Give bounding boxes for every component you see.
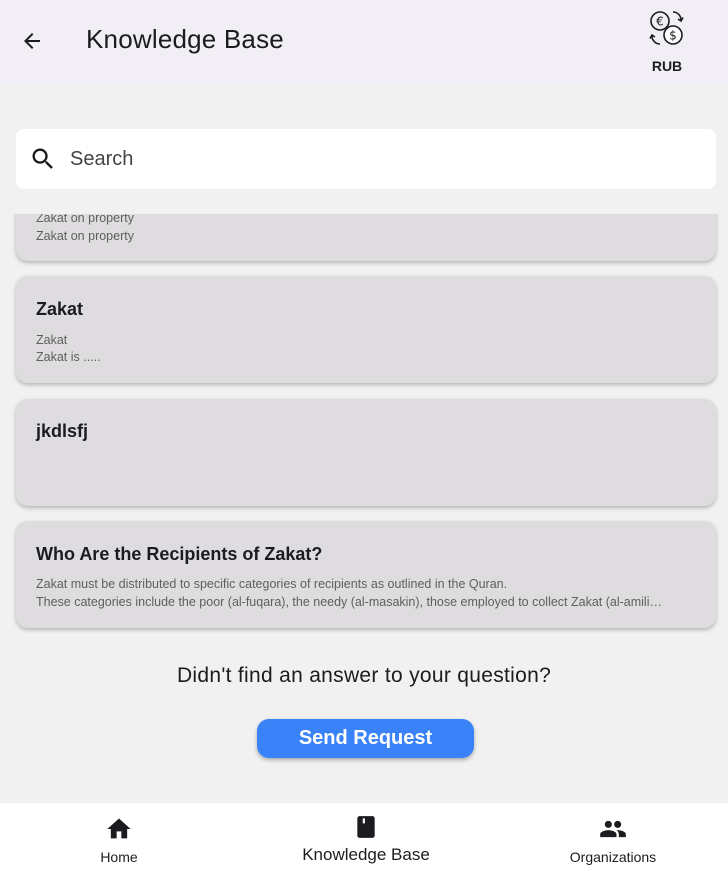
people-icon	[600, 820, 626, 838]
back-button[interactable]	[14, 24, 50, 58]
search-icon	[32, 148, 53, 169]
help-question: Didn't find an answer to your question?	[176, 664, 552, 687]
currency-exchange-icon: € $	[649, 11, 684, 45]
article-card[interactable]: jkdlsfj	[16, 399, 716, 506]
search-bar[interactable]	[16, 128, 716, 190]
article-line: Zakat is .....	[36, 350, 101, 364]
article-line: These categories include the poor (al-fu…	[36, 595, 662, 609]
book-icon	[357, 816, 375, 838]
article-card[interactable]: Who Are the Recipients of Zakat? Zakat m…	[16, 521, 716, 628]
article-card[interactable]: Zakat Zakat Zakat is .....	[16, 276, 716, 383]
currency-label: RUB	[651, 58, 683, 74]
bottom-nav: Home Knowledge Base Organizations	[0, 803, 728, 871]
article-title: Who Are the Recipients of Zakat?	[36, 544, 323, 564]
arrow-back-icon	[24, 33, 40, 49]
home-icon	[107, 818, 131, 839]
svg-text:$: $	[669, 29, 677, 43]
nav-label-organizations: Organizations	[569, 849, 657, 865]
article-title: Zakat	[36, 299, 84, 319]
nav-item-organizations[interactable]: Organizations	[548, 803, 678, 871]
app-bar: Knowledge Base € $ RUB	[0, 0, 728, 84]
article-card[interactable]: Zakat on property Zakat on property	[16, 214, 716, 261]
page-title: Knowledge Base	[86, 24, 284, 54]
nav-label-home: Home	[100, 849, 138, 865]
article-line: Zakat	[36, 333, 68, 347]
article-list[interactable]: Zakat on property Zakat on property Zaka…	[0, 214, 728, 634]
article-line: Zakat must be distributed to specific ca…	[36, 577, 508, 591]
send-request-button[interactable]: Send Request	[257, 719, 474, 758]
search-input[interactable]	[68, 128, 716, 190]
nav-item-knowledge-base[interactable]: Knowledge Base	[286, 803, 446, 871]
currency-switcher[interactable]: € $ RUB	[640, 8, 694, 84]
article-title: jkdlsfj	[36, 421, 89, 441]
article-line: Zakat on property	[36, 229, 134, 243]
article-line: Zakat on property	[36, 214, 134, 225]
nav-label-knowledge-base: Knowledge Base	[302, 845, 430, 864]
svg-text:€: €	[656, 15, 664, 29]
nav-item-home[interactable]: Home	[59, 803, 179, 871]
